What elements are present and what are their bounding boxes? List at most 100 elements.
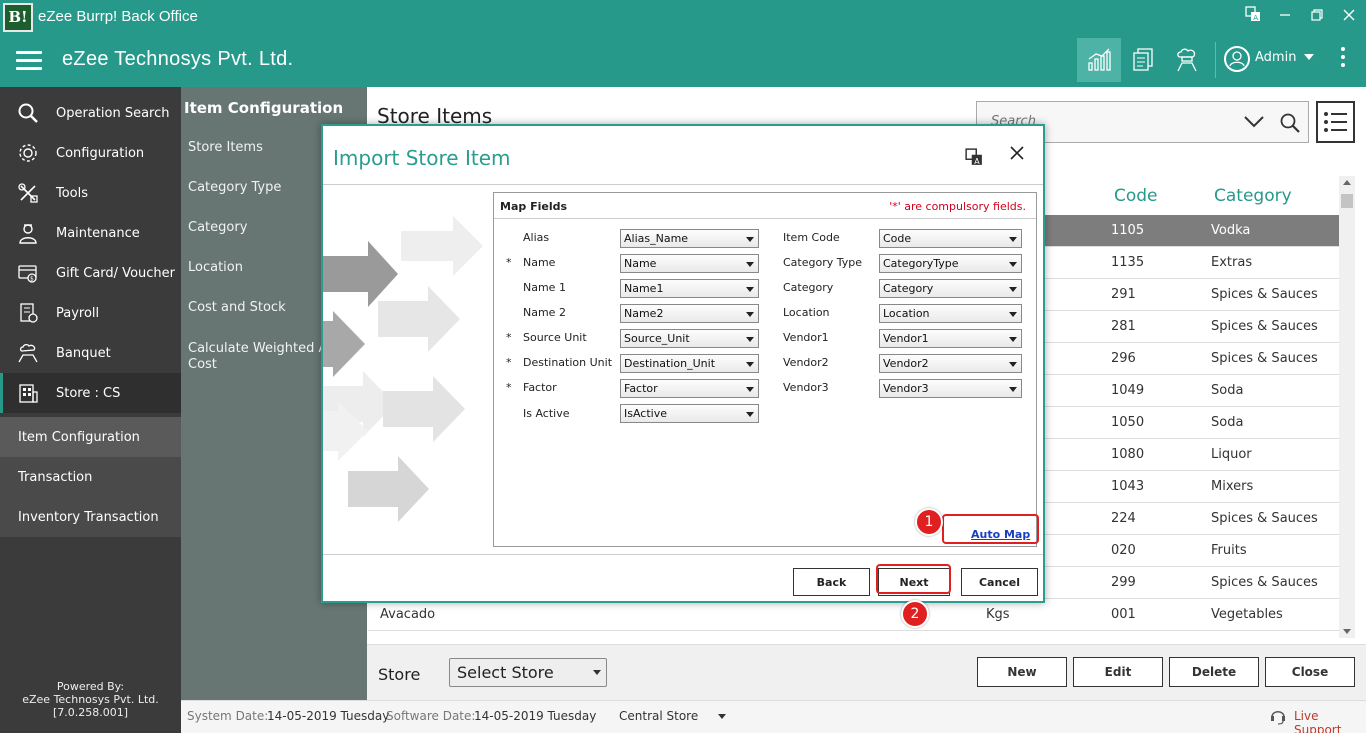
delete-button[interactable]: Delete <box>1169 657 1259 687</box>
column-header-code[interactable]: Code <box>1114 186 1158 206</box>
field-label-vendor2: Vendor2 <box>783 356 829 369</box>
cell-code: 291 <box>1111 287 1136 302</box>
list-icon <box>1324 112 1347 132</box>
map-fields-header: Map Fields '*' are compulsory fields. <box>494 193 1036 219</box>
sidebar-item-label: Gift Card/ Voucher <box>56 265 175 281</box>
sidebar-item-payroll[interactable]: Payroll <box>0 293 181 333</box>
search-icon[interactable] <box>1279 112 1301 138</box>
name-select[interactable]: Name <box>620 254 759 273</box>
store-select-value: Select Store <box>457 663 554 682</box>
cell-code: 1105 <box>1111 223 1145 238</box>
cancel-button[interactable]: Cancel <box>961 568 1038 596</box>
cell-category: Spices & Sauces <box>1211 319 1318 334</box>
status-store[interactable]: Central Store <box>619 709 698 723</box>
sidebar-item-tools[interactable]: Tools <box>0 173 181 213</box>
field-label-destination-unit: Destination Unit <box>523 356 613 369</box>
translate-icon[interactable]: A <box>1242 6 1264 28</box>
search-icon <box>16 101 40 125</box>
vendor1-select[interactable]: Vendor1 <box>879 329 1022 348</box>
cell-category: Mixers <box>1211 479 1254 494</box>
svg-text:$: $ <box>30 276 34 283</box>
sidebar-item-store[interactable]: Store : CS <box>0 373 181 413</box>
field-label-name: Name <box>523 256 556 269</box>
cell-code: 1043 <box>1111 479 1145 494</box>
field-label-factor: Factor <box>523 381 557 394</box>
cell-category: Spices & Sauces <box>1211 575 1318 590</box>
cell-category: Soda <box>1211 415 1244 430</box>
sidebar-item-operation-search[interactable]: Operation Search <box>0 93 181 133</box>
is-active-select[interactable]: IsActive <box>620 404 759 423</box>
factor-select[interactable]: Factor <box>620 379 759 398</box>
panel-item-category[interactable]: Category <box>188 220 247 235</box>
menu-icon[interactable] <box>16 51 42 71</box>
field-label-category-type: Category Type <box>783 256 863 269</box>
subnav-inventory-transaction[interactable]: Inventory Transaction <box>0 497 181 537</box>
new-button[interactable]: New <box>977 657 1067 687</box>
user-avatar-icon[interactable] <box>1224 46 1250 72</box>
live-support-link[interactable]: Live Support <box>1294 709 1366 733</box>
item-code-select[interactable]: Code <box>879 229 1022 248</box>
user-name[interactable]: Admin <box>1255 50 1296 65</box>
chevron-down-icon[interactable] <box>718 714 726 719</box>
location-select[interactable]: Location <box>879 304 1022 323</box>
edit-button[interactable]: Edit <box>1073 657 1163 687</box>
panel-item-cost-and-stock[interactable]: Cost and Stock <box>188 300 286 315</box>
vendor3-select[interactable]: Vendor3 <box>879 379 1022 398</box>
translate-icon[interactable]: A <box>965 148 983 166</box>
vendor2-select[interactable]: Vendor2 <box>879 354 1022 373</box>
store-select[interactable]: Select Store <box>449 658 607 687</box>
cell-code: 296 <box>1111 351 1136 366</box>
cell-name: Avacado <box>380 607 436 622</box>
software-date-label: Software Date: <box>386 709 476 723</box>
sidebar-item-gift-card[interactable]: $ Gift Card/ Voucher <box>0 253 181 293</box>
chef-icon[interactable] <box>1165 38 1209 82</box>
panel-item-location[interactable]: Location <box>188 260 243 275</box>
name-1-select[interactable]: Name1 <box>620 279 759 298</box>
headset-icon[interactable] <box>1269 706 1287 729</box>
cell-category: Fruits <box>1211 543 1247 558</box>
table-scrollbar[interactable] <box>1339 176 1355 638</box>
sidebar-item-maintenance[interactable]: Maintenance <box>0 213 181 253</box>
name-2-select[interactable]: Name2 <box>620 304 759 323</box>
field-label-name-1: Name 1 <box>523 281 566 294</box>
field-label-is-active: Is Active <box>523 407 570 420</box>
main-sidebar: Operation Search Configuration Tools Mai… <box>0 87 181 733</box>
subnav-item-configuration[interactable]: Item Configuration <box>0 417 181 457</box>
powered-by-company: eZee Technosys Pvt. Ltd. <box>22 693 159 706</box>
panel-item-category-type[interactable]: Category Type <box>188 180 281 195</box>
chart-icon[interactable] <box>1077 38 1121 82</box>
alias-select[interactable]: Alias_Name <box>620 229 759 248</box>
cell-code: 224 <box>1111 511 1136 526</box>
dialog-title: Import Store Item <box>333 146 511 170</box>
scroll-down-icon[interactable] <box>1343 629 1351 634</box>
sidebar-item-label: Banquet <box>56 345 111 361</box>
close-window-icon[interactable] <box>1338 6 1360 28</box>
chevron-down-icon[interactable] <box>1243 115 1265 133</box>
more-options-icon[interactable] <box>1341 47 1347 71</box>
table-row[interactable]: Avacado Kgs 001 Vegetables <box>368 599 1339 631</box>
required-star: * <box>506 356 512 369</box>
sidebar-item-label: Payroll <box>56 305 100 321</box>
source-unit-select[interactable]: Source_Unit <box>620 329 759 348</box>
column-header-category[interactable]: Category <box>1214 186 1292 206</box>
scrollbar-thumb[interactable] <box>1341 194 1353 208</box>
category-type-select[interactable]: CategoryType <box>879 254 1022 273</box>
close-icon[interactable] <box>1006 144 1028 166</box>
restore-icon[interactable] <box>1306 6 1328 28</box>
category-select[interactable]: Category <box>879 279 1022 298</box>
sidebar-item-label: Store : CS <box>56 385 121 401</box>
list-view-button[interactable] <box>1316 101 1355 143</box>
powered-by-label: Powered By: <box>56 680 125 693</box>
sidebar-item-banquet[interactable]: Banquet <box>0 333 181 373</box>
subnav-transaction[interactable]: Transaction <box>0 457 181 497</box>
documents-icon[interactable] <box>1121 38 1165 82</box>
destination-unit-select[interactable]: Destination_Unit <box>620 354 759 373</box>
cell-category: Spices & Sauces <box>1211 287 1318 302</box>
user-menu-chevron-icon[interactable] <box>1304 54 1314 60</box>
back-button[interactable]: Back <box>793 568 870 596</box>
minimize-icon[interactable] <box>1274 6 1296 28</box>
sidebar-item-configuration[interactable]: Configuration <box>0 133 181 173</box>
scroll-up-icon[interactable] <box>1343 180 1351 185</box>
panel-item-store-items[interactable]: Store Items <box>188 140 263 155</box>
close-button[interactable]: Close <box>1265 657 1355 687</box>
